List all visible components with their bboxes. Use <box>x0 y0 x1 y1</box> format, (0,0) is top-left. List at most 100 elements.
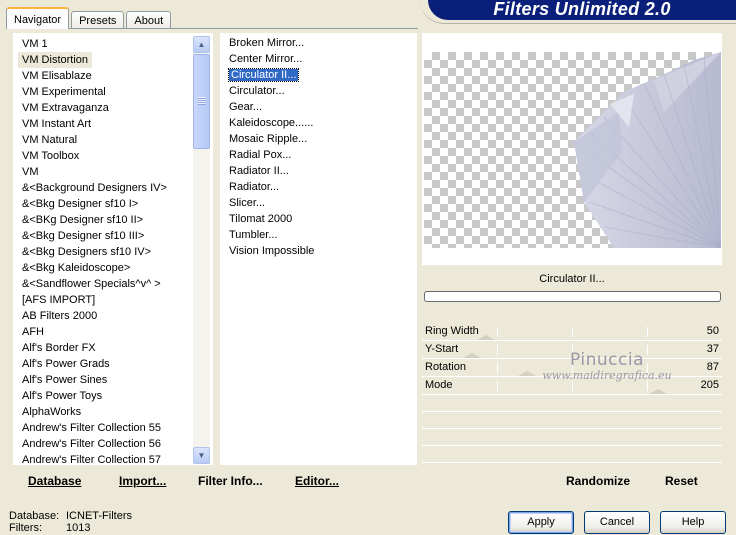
category-item[interactable]: &<Background Designers IV> <box>14 180 212 196</box>
category-item[interactable]: AlphaWorks <box>14 404 212 420</box>
filter-item[interactable]: Gear... <box>220 99 417 115</box>
category-item[interactable]: AB Filters 2000 <box>14 308 212 324</box>
parameter-slider[interactable]: Ring Width 50 <box>422 323 722 341</box>
parameter-value: 37 <box>706 343 719 355</box>
category-item[interactable]: Alf's Border FX <box>14 340 212 356</box>
status-area: Database: ICNET-Filters Filters: 1013 <box>9 510 132 534</box>
slider-tick <box>497 345 498 355</box>
slider-knob[interactable] <box>648 389 667 394</box>
slider-knob[interactable] <box>462 353 481 358</box>
category-item[interactable]: &<Bkg Designers sf10 IV> <box>14 244 212 260</box>
tab-about[interactable]: About <box>126 11 172 29</box>
category-item[interactable]: VM Extravaganza <box>14 100 212 116</box>
parameter-sliders: Ring Width 50 Y-Start 37 Rotation 87 Mode 205 <box>422 323 722 463</box>
parameter-label: Rotation <box>425 361 466 373</box>
category-item[interactable]: &<Bkg Designer sf10 I> <box>14 196 212 212</box>
filter-item-label: Kaleidoscope...... <box>229 117 314 129</box>
slider-tick <box>572 327 573 337</box>
parameter-label: Mode <box>425 379 453 391</box>
empty-slider-slot <box>422 429 722 446</box>
filter-item[interactable]: Broken Mirror... <box>220 35 417 51</box>
randomize-button[interactable]: Randomize <box>566 474 630 488</box>
import-button[interactable]: Import... <box>119 474 166 488</box>
slider-knob[interactable] <box>477 335 496 340</box>
navigator-toolbar: Database Import... Filter Info... Editor… <box>13 466 417 494</box>
filter-item-label: Radiator... <box>229 181 280 193</box>
filter-toolbar: Randomize Reset <box>422 466 722 494</box>
filter-item-label: Radial Pox... <box>229 149 292 161</box>
category-item[interactable]: &<BKg Designer sf10 II> <box>14 212 212 228</box>
filter-item[interactable]: Tilomat 2000 <box>220 211 417 227</box>
category-item[interactable]: AFH <box>14 324 212 340</box>
database-button[interactable]: Database <box>28 474 81 488</box>
chevron-up-icon: ▲ <box>197 40 206 49</box>
reset-button[interactable]: Reset <box>665 474 698 488</box>
category-item[interactable]: VM Natural <box>14 132 212 148</box>
apply-button[interactable]: Apply <box>508 511 574 534</box>
filter-item-label: Circulator II... <box>227 68 300 82</box>
category-list[interactable]: VM 1 VM Distortion VM Elisablaze VM Experim… <box>13 33 213 465</box>
category-item[interactable]: VM <box>14 164 212 180</box>
category-item[interactable]: VM Elisablaze <box>14 68 212 84</box>
filter-item-label: Radiator II... <box>229 165 289 177</box>
filter-item[interactable]: Kaleidoscope...... <box>220 115 417 131</box>
category-item[interactable]: &<Bkg Kaleidoscope> <box>14 260 212 276</box>
filter-item-label: Gear... <box>229 101 263 113</box>
category-item[interactable]: VM Instant Art <box>14 116 212 132</box>
filter-item[interactable]: Center Mirror... <box>220 51 417 67</box>
slider-tick <box>497 381 498 391</box>
category-item[interactable]: VM Experimental <box>14 84 212 100</box>
filters-label: Filters: <box>9 522 42 534</box>
preview-render <box>573 52 721 248</box>
category-item[interactable]: &<Bkg Designer sf10 III> <box>14 228 212 244</box>
parameter-slider[interactable]: Mode 205 <box>422 377 722 395</box>
filter-info-button[interactable]: Filter Info... <box>198 474 263 488</box>
parameter-slider[interactable]: Rotation 87 <box>422 359 722 377</box>
filter-item[interactable]: Vision Impossible <box>220 243 417 259</box>
help-button[interactable]: Help <box>660 511 726 534</box>
empty-slider-slot <box>422 412 722 429</box>
slider-tick <box>572 381 573 391</box>
filter-item[interactable]: Circulator... <box>220 83 417 99</box>
category-item[interactable]: VM 1 <box>14 36 212 52</box>
filter-item[interactable]: Mosaic Ripple... <box>220 131 417 147</box>
scroll-down-button[interactable]: ▼ <box>193 447 210 464</box>
category-item[interactable]: Andrew's Filter Collection 55 <box>14 420 212 436</box>
editor-button[interactable]: Editor... <box>295 474 339 488</box>
filter-item[interactable]: Slicer... <box>220 195 417 211</box>
parameter-value: 205 <box>700 379 719 391</box>
category-items: VM 1 VM Distortion VM Elisablaze VM Experim… <box>14 34 212 464</box>
filter-item[interactable]: Tumbler... <box>220 227 417 243</box>
category-item[interactable]: Alf's Power Sines <box>14 372 212 388</box>
tab-presets[interactable]: Presets <box>71 11 125 29</box>
filter-item[interactable]: Radial Pox... <box>220 147 417 163</box>
filter-item[interactable]: Radiator II... <box>220 163 417 179</box>
parameter-label: Ring Width <box>425 325 479 337</box>
filter-items: Broken Mirror... Center Mirror... Circulat… <box>220 33 417 259</box>
filter-item[interactable]: Circulator II... <box>220 67 417 83</box>
scroll-thumb[interactable] <box>193 54 210 149</box>
filter-item-label: Tilomat 2000 <box>229 213 293 225</box>
empty-slider-slot <box>422 395 722 412</box>
category-item[interactable]: Andrew's Filter Collection 57 <box>14 452 212 464</box>
category-item[interactable]: Alf's Power Grads <box>14 356 212 372</box>
category-scrollbar[interactable]: ▲ ▼ <box>193 36 210 464</box>
parameter-label: Y-Start <box>425 343 459 355</box>
category-item[interactable]: VM Toolbox <box>14 148 212 164</box>
category-item[interactable]: &<Sandflower Specials^v^ > <box>14 276 212 292</box>
parameter-slider[interactable]: Y-Start 37 <box>422 341 722 359</box>
slider-knob[interactable] <box>518 371 537 376</box>
scroll-up-button[interactable]: ▲ <box>193 36 210 53</box>
cancel-button[interactable]: Cancel <box>584 511 650 534</box>
preview-image[interactable] <box>424 52 721 248</box>
filter-item-label: Vision Impossible <box>229 245 315 257</box>
category-item[interactable]: Andrew's Filter Collection 56 <box>14 436 212 452</box>
category-item[interactable]: VM Distortion <box>18 52 93 68</box>
filter-item[interactable]: Radiator... <box>220 179 417 195</box>
filter-item-label: Center Mirror... <box>229 53 303 65</box>
tab-navigator[interactable]: Navigator <box>6 7 70 29</box>
slider-tick <box>647 345 648 355</box>
category-item[interactable]: [AFS IMPORT] <box>14 292 212 308</box>
category-item[interactable]: Alf's Power Toys <box>14 388 212 404</box>
filter-list[interactable]: Broken Mirror... Center Mirror... Circulat… <box>220 33 417 465</box>
